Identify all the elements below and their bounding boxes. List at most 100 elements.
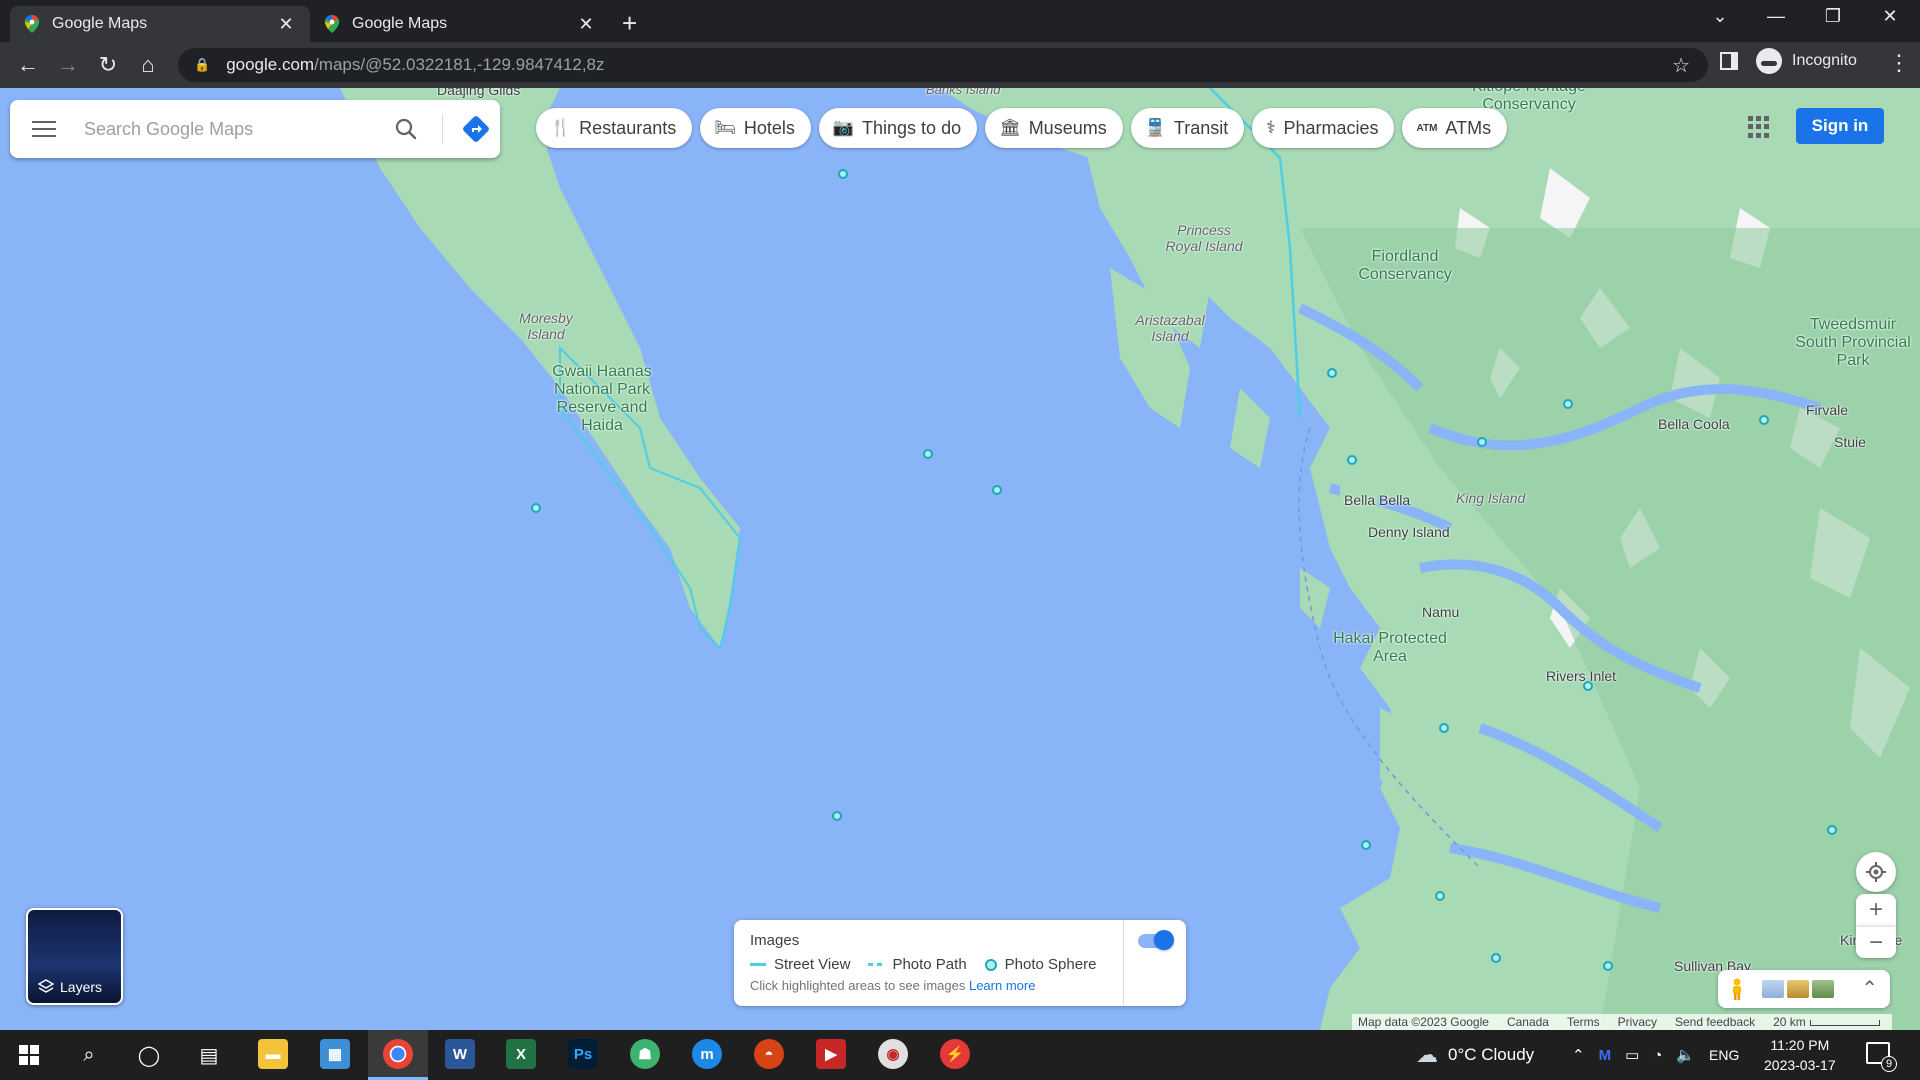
flash-app-icon[interactable]: ⚡: [940, 1039, 970, 1069]
layers-label: Layers: [60, 979, 103, 995]
tray-chevron-icon[interactable]: ⌃: [1572, 1046, 1585, 1064]
minimize-icon[interactable]: —: [1756, 6, 1796, 27]
place-label-tweedsmuir[interactable]: Tweedsmuir South Provincial Park: [1788, 316, 1918, 370]
windows-start-icon[interactable]: [12, 1038, 46, 1072]
scale-control[interactable]: 20 km: [1773, 1015, 1880, 1029]
disc-app-icon[interactable]: ◉: [878, 1039, 908, 1069]
address-bar[interactable]: 🔒 google.com/maps/@52.0322181,-129.98474…: [178, 48, 1708, 82]
place-label-firvale[interactable]: Firvale: [1806, 402, 1848, 418]
system-clock[interactable]: 11:20 PM 2023-03-17: [1764, 1035, 1836, 1075]
layers-button[interactable]: Layers: [26, 908, 123, 1005]
place-label-hakai[interactable]: Hakai Protected Area: [1328, 630, 1452, 666]
place-label-bella-bella[interactable]: Bella Bella: [1344, 492, 1410, 508]
volume-icon[interactable]: 🔈: [1676, 1046, 1695, 1064]
lock-icon[interactable]: 🔒: [194, 57, 210, 73]
chip-museums[interactable]: 🏛 Museums: [985, 108, 1123, 148]
android-app-icon[interactable]: ☗: [630, 1039, 660, 1069]
place-label-denny-island[interactable]: Denny Island: [1368, 524, 1450, 540]
control-panel-icon[interactable]: ▦: [320, 1039, 350, 1069]
malwarebytes-icon[interactable]: M: [1599, 1047, 1612, 1064]
place-label-king-island[interactable]: King Island: [1456, 490, 1525, 506]
browser-menu-icon[interactable]: ⋮: [1888, 50, 1910, 76]
atm-icon: ATM: [1416, 122, 1438, 134]
images-toggle[interactable]: [1138, 930, 1174, 950]
place-label-banks-island[interactable]: Banks Island: [926, 88, 1000, 98]
imagery-thumbnails[interactable]: [1762, 980, 1834, 998]
place-label-bella-coola[interactable]: Bella Coola: [1658, 416, 1730, 432]
zoom-in-button[interactable]: +: [1856, 894, 1896, 926]
chip-hotels[interactable]: 🛏 Hotels: [700, 108, 811, 148]
privacy-link[interactable]: Privacy: [1618, 1015, 1657, 1029]
chip-restaurants[interactable]: 🍴 Restaurants: [536, 108, 693, 148]
map-canvas[interactable]: Daajing Giids Moresby Island Gwaii Haana…: [0, 88, 1920, 1030]
tab-close-icon[interactable]: ✕: [576, 14, 596, 35]
back-icon[interactable]: ←: [14, 52, 42, 78]
zoom-out-button[interactable]: −: [1856, 926, 1896, 958]
media-app-icon[interactable]: ◓: [754, 1039, 784, 1069]
tab-google-maps-2[interactable]: Google Maps ✕: [310, 6, 610, 42]
chip-atms[interactable]: ATM ATMs: [1402, 108, 1508, 148]
excel-icon[interactable]: X: [506, 1039, 536, 1069]
tab-close-icon[interactable]: ✕: [276, 14, 296, 35]
search-taskbar-icon[interactable]: ⌕: [72, 1038, 106, 1072]
chip-label: Hotels: [743, 117, 795, 138]
place-label-fiordland[interactable]: Fiordland Conservancy: [1350, 248, 1460, 284]
new-tab-icon[interactable]: +: [622, 8, 637, 39]
weather-widget[interactable]: ☁ 0°C Cloudy: [1416, 1030, 1534, 1080]
chevron-up-icon[interactable]: ⌃: [1861, 976, 1878, 1001]
sign-in-button[interactable]: Sign in: [1796, 108, 1884, 144]
menu-icon[interactable]: [32, 116, 56, 142]
task-view-icon[interactable]: ▤: [192, 1038, 226, 1072]
notification-center-icon[interactable]: 9: [1866, 1042, 1897, 1072]
language-indicator[interactable]: ENG: [1709, 1047, 1739, 1063]
google-apps-icon[interactable]: [1748, 116, 1770, 138]
learn-more-link[interactable]: Learn more: [969, 978, 1035, 993]
video-editor-icon[interactable]: ▶: [816, 1039, 846, 1069]
cortana-icon[interactable]: ◯: [132, 1038, 166, 1072]
tab-google-maps-1[interactable]: Google Maps ✕: [10, 6, 310, 42]
forward-icon[interactable]: →: [54, 52, 82, 78]
terms-link[interactable]: Terms: [1567, 1015, 1600, 1029]
place-label-daajing-giids[interactable]: Daajing Giids: [437, 88, 520, 98]
place-label-gwaii-haanas[interactable]: Gwaii Haanas National Park Reserve and H…: [540, 363, 664, 435]
country-link[interactable]: Canada: [1507, 1015, 1549, 1029]
search-icon[interactable]: [394, 117, 418, 141]
bookmark-star-icon[interactable]: ☆: [1672, 53, 1690, 78]
photoshop-icon[interactable]: Ps: [568, 1039, 598, 1069]
battery-icon[interactable]: ▭: [1625, 1046, 1639, 1064]
scale-label: 20 km: [1773, 1015, 1806, 1029]
place-label-princess-royal-island[interactable]: Princess Royal Island: [1160, 222, 1248, 254]
incognito-profile[interactable]: Incognito: [1756, 48, 1857, 74]
thumbnail-field[interactable]: [1787, 980, 1809, 998]
home-icon[interactable]: ⌂: [134, 52, 162, 78]
word-icon[interactable]: W: [445, 1039, 475, 1069]
send-feedback-link[interactable]: Send feedback: [1675, 1015, 1755, 1029]
search-input[interactable]: [84, 118, 354, 140]
thumbnail-sky[interactable]: [1762, 980, 1784, 998]
file-explorer-icon[interactable]: ▬: [258, 1039, 288, 1069]
close-window-icon[interactable]: ✕: [1870, 6, 1910, 27]
chip-things-to-do[interactable]: 📷 Things to do: [818, 108, 978, 148]
directions-icon[interactable]: [462, 115, 490, 143]
pegman-icon[interactable]: [1730, 978, 1744, 1000]
mu-app-icon[interactable]: m: [692, 1039, 722, 1069]
place-label-aristazabal-island[interactable]: Aristazabal Island: [1128, 312, 1212, 344]
notification-count: 9: [1881, 1056, 1897, 1072]
side-panel-icon[interactable]: [1720, 52, 1738, 70]
place-label-namu[interactable]: Namu: [1422, 604, 1459, 620]
place-label-stuie[interactable]: Stuie: [1834, 434, 1866, 450]
place-label-moresby-island[interactable]: Moresby Island: [514, 310, 578, 342]
chrome-icon[interactable]: [383, 1039, 413, 1069]
tab-search-chevron-icon[interactable]: ⌄: [1700, 6, 1740, 27]
images-panel: Images Street View Photo Path Photo Sphe…: [734, 920, 1186, 1006]
restore-icon[interactable]: ❐: [1813, 6, 1853, 27]
chip-pharmacies[interactable]: ⚕ Pharmacies: [1252, 108, 1395, 148]
panel-divider: [1123, 920, 1124, 1006]
thumbnail-forest[interactable]: [1812, 980, 1834, 998]
wifi-icon[interactable]: ◔: [1653, 1047, 1662, 1064]
my-location-button[interactable]: [1856, 852, 1896, 892]
chip-transit[interactable]: 🚆 Transit: [1130, 108, 1245, 148]
place-label-rivers-inlet[interactable]: Rivers Inlet: [1546, 668, 1616, 684]
search-divider: [442, 114, 443, 144]
reload-icon[interactable]: ↻: [94, 52, 122, 78]
